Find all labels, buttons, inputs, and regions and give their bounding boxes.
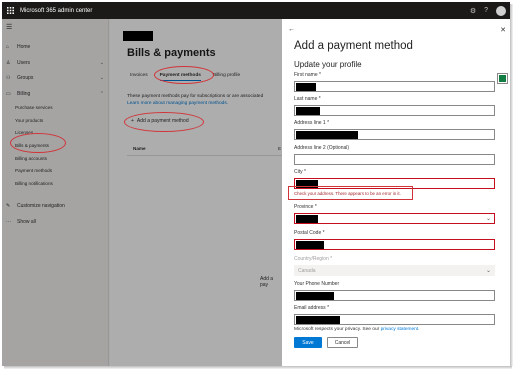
chevron-down-icon: ⌄ <box>485 268 491 274</box>
phone-field[interactable] <box>294 290 495 301</box>
annotation-add-button <box>124 112 204 132</box>
chevron-down-icon: ⌄ <box>485 216 491 222</box>
privacy-statement-link[interactable]: privacy statement. <box>381 327 420 332</box>
privacy-note: Microsoft respects your privacy. See our… <box>294 327 420 332</box>
last-name-field[interactable] <box>294 105 495 116</box>
screenshot-frame: Microsoft 365 admin center ⚙ ? ☰ ⌂ Home ♙… <box>2 2 510 366</box>
redacted-value <box>296 83 316 91</box>
address-line2-field[interactable] <box>294 154 495 165</box>
email-label: Email address * <box>294 305 330 311</box>
back-arrow-icon[interactable]: ← <box>288 26 295 33</box>
province-label: Province * <box>294 204 317 210</box>
cancel-button[interactable]: Cancel <box>327 337 358 348</box>
settings-icon[interactable]: ⚙ <box>470 7 476 15</box>
panel-title: Add a payment method <box>294 40 413 52</box>
postal-code-field[interactable] <box>294 239 495 250</box>
redacted-value <box>296 241 324 249</box>
last-name-label: Last name * <box>294 96 321 102</box>
annotation-bills-payments-nav <box>10 133 66 153</box>
excel-icon[interactable] <box>497 73 508 84</box>
first-name-label: First name * <box>294 72 321 78</box>
save-button[interactable]: Save <box>294 337 322 348</box>
panel-subtitle: Update your profile <box>294 60 362 69</box>
address-line1-field[interactable] <box>294 129 495 140</box>
annotation-payment-methods-tab <box>154 66 214 84</box>
address-line2-label: Address line 2 (Optional) <box>294 145 350 151</box>
redacted-value <box>296 316 340 324</box>
city-label: City * <box>294 169 306 175</box>
country-label: Country/Region * <box>294 256 333 262</box>
redacted-value <box>296 215 318 223</box>
add-payment-panel: ← ✕ Add a payment method Update your pro… <box>282 19 510 366</box>
country-dropdown: Canada ⌄ <box>294 265 495 276</box>
postal-code-label: Postal Code * <box>294 230 325 236</box>
frame-shadow <box>4 366 512 369</box>
province-dropdown[interactable]: ⌄ <box>294 213 495 224</box>
address-line1-label: Address line 1 * <box>294 120 330 126</box>
avatar[interactable] <box>496 5 506 16</box>
frame-shadow <box>510 4 513 366</box>
top-bar: Microsoft 365 admin center ⚙ ? <box>2 2 510 19</box>
app-launcher-icon[interactable] <box>2 2 18 19</box>
phone-label: Your Phone Number <box>294 281 340 287</box>
app-title: Microsoft 365 admin center <box>20 7 93 14</box>
help-icon[interactable]: ? <box>484 7 488 14</box>
redacted-value <box>296 107 320 115</box>
close-icon[interactable]: ✕ <box>500 26 506 34</box>
redacted-value <box>296 292 334 300</box>
email-field[interactable] <box>294 314 495 325</box>
modal-overlay[interactable] <box>2 19 282 366</box>
first-name-field[interactable] <box>294 81 495 92</box>
redacted-value <box>296 131 358 139</box>
annotation-error-box <box>288 186 413 200</box>
